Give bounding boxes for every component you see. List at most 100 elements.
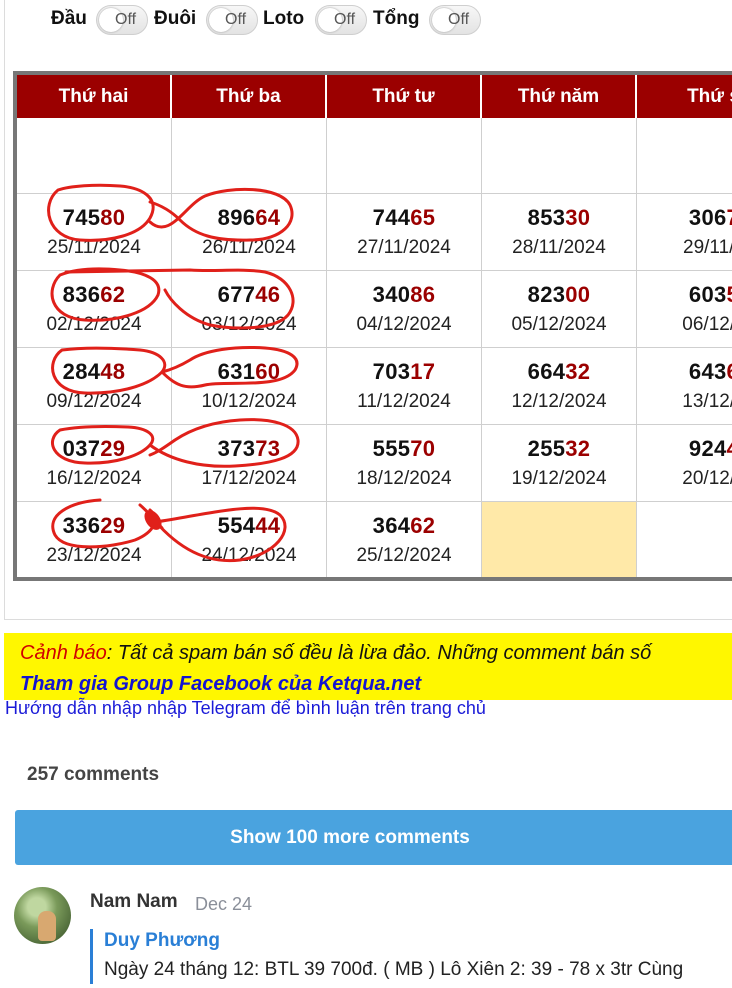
result-number-tail: 86 (410, 282, 436, 307)
warning-text: Cảnh báo: Tất cả spam bán số đều là lừa … (20, 642, 651, 665)
toggle-tong[interactable]: Off (429, 5, 481, 35)
result-date: 26/11/2024 (202, 237, 296, 258)
result-date: 17/12/2024 (201, 468, 297, 489)
result-number-tail: 65 (410, 205, 436, 230)
result-number-tail: 17 (410, 359, 436, 384)
table-cell: 37373 17/12/2024 (172, 425, 327, 502)
result-number-tail: 00 (565, 282, 591, 307)
toggle-label-duoi: Đuôi (154, 8, 197, 29)
toggle-label-dau: Đầu (51, 8, 87, 29)
result-date: 11/12/2024 (357, 391, 451, 412)
toggle-state: Off (225, 11, 247, 28)
toggle-state: Off (334, 11, 356, 28)
result-number: 34086 (327, 282, 481, 308)
result-number: 70317 (327, 359, 481, 385)
result-number: 37373 (172, 436, 326, 462)
toggle-dau[interactable]: Off (96, 5, 148, 35)
result-number-tail: 70 (410, 436, 436, 461)
card-divider (4, 619, 732, 620)
result-number-head: 340 (372, 282, 411, 307)
result-number-tail: 32 (565, 436, 591, 461)
result-number-head: 643 (688, 359, 727, 384)
result-number-head: 603 (688, 282, 727, 307)
table-cell: 6436 13/12/2 (637, 348, 732, 425)
result-number-tail: 4 (727, 436, 732, 461)
result-number-head: 037 (62, 436, 101, 461)
table-cell-empty (172, 118, 327, 194)
page-edge (4, 0, 5, 620)
result-number: 85330 (482, 205, 636, 231)
result-date: 19/12/2024 (511, 468, 607, 489)
result-number-tail: 80 (100, 205, 126, 230)
result-number: 74580 (17, 205, 171, 231)
result-number-head: 306 (688, 205, 727, 230)
result-date: 04/12/2024 (356, 314, 452, 335)
result-number: 55444 (172, 513, 326, 539)
table-cell: 74580 25/11/2024 (17, 194, 172, 271)
result-number-tail: 29 (100, 513, 126, 538)
result-date: 28/11/2024 (512, 237, 606, 258)
result-date: 09/12/2024 (46, 391, 142, 412)
quote-author: Duy Phương (104, 930, 220, 951)
comment-count: 257 comments (27, 764, 160, 785)
table-cell: 55444 24/12/2024 (172, 502, 327, 577)
facebook-group-link[interactable]: Tham gia Group Facebook của Ketqua.net (20, 673, 421, 696)
result-number-tail: 62 (410, 513, 436, 538)
result-date: 23/12/2024 (46, 545, 142, 566)
table-cell-empty (637, 118, 732, 194)
result-number-head: 853 (527, 205, 566, 230)
result-number-tail: 60 (255, 359, 281, 384)
table-cell: 9244 20/12/2 (637, 425, 732, 502)
table-cell: 85330 28/11/2024 (482, 194, 637, 271)
result-number-tail: 48 (100, 359, 126, 384)
result-number: 25532 (482, 436, 636, 462)
table-cell: 3067 29/11/2 (637, 194, 732, 271)
result-number-head: 554 (217, 513, 256, 538)
table-header-cell: Thứ s (637, 75, 732, 118)
toggle-state: Off (115, 11, 137, 28)
toggle-loto[interactable]: Off (315, 5, 367, 35)
result-number-tail: 5 (727, 282, 732, 307)
comment-date[interactable]: Dec 24 (195, 894, 252, 915)
result-date: 05/12/2024 (511, 314, 607, 335)
result-number-head: 823 (527, 282, 566, 307)
toggle-duoi[interactable]: Off (206, 5, 258, 35)
show-more-comments-button[interactable]: Show 100 more comments (15, 810, 732, 865)
table-cell: 63160 10/12/2024 (172, 348, 327, 425)
table-cell (637, 502, 732, 577)
result-number-head: 364 (372, 513, 411, 538)
result-number-head: 677 (217, 282, 256, 307)
result-number: 66432 (482, 359, 636, 385)
result-date: 20/12/2 (682, 468, 732, 489)
warning-label: Cảnh báo (20, 642, 107, 664)
result-number-tail: 6 (727, 359, 732, 384)
result-date: 13/12/2 (682, 391, 732, 412)
result-number-head: 744 (372, 205, 411, 230)
result-number-head: 896 (217, 205, 256, 230)
table-header-row: Thứ haiThứ baThứ tưThứ nămThứ s (17, 75, 732, 118)
table-cell: 03729 16/12/2024 (17, 425, 172, 502)
table-cell (482, 502, 637, 577)
result-number: 82300 (482, 282, 636, 308)
result-number: 36462 (327, 513, 481, 539)
avatar[interactable] (14, 887, 71, 944)
result-number: 67746 (172, 282, 326, 308)
result-number: 83662 (17, 282, 171, 308)
result-number: 55570 (327, 436, 481, 462)
table-cell: 74465 27/11/2024 (327, 194, 482, 271)
result-number-tail: 30 (565, 205, 591, 230)
table-cell: 82300 05/12/2024 (482, 271, 637, 348)
result-number-tail: 62 (100, 282, 126, 307)
result-date: 06/12/2 (682, 314, 732, 335)
result-number-head: 284 (62, 359, 101, 384)
table-cell: 66432 12/12/2024 (482, 348, 637, 425)
results-table: Thứ haiThứ baThứ tưThứ nămThứ s 74580 25/… (13, 71, 732, 581)
filter-toggle-bar: Đầu Off Đuôi Off Loto Off Tổng Off (0, 0, 732, 40)
result-date: 18/12/2024 (356, 468, 452, 489)
result-date: 25/11/2024 (47, 237, 141, 258)
telegram-guide-link[interactable]: Hướng dẫn nhập nhập Telegram để bình luậ… (5, 698, 486, 719)
result-number: 28448 (17, 359, 171, 385)
comment-author[interactable]: Nam Nam (90, 891, 178, 913)
result-date: 02/12/2024 (46, 314, 142, 335)
table-cell: 34086 04/12/2024 (327, 271, 482, 348)
